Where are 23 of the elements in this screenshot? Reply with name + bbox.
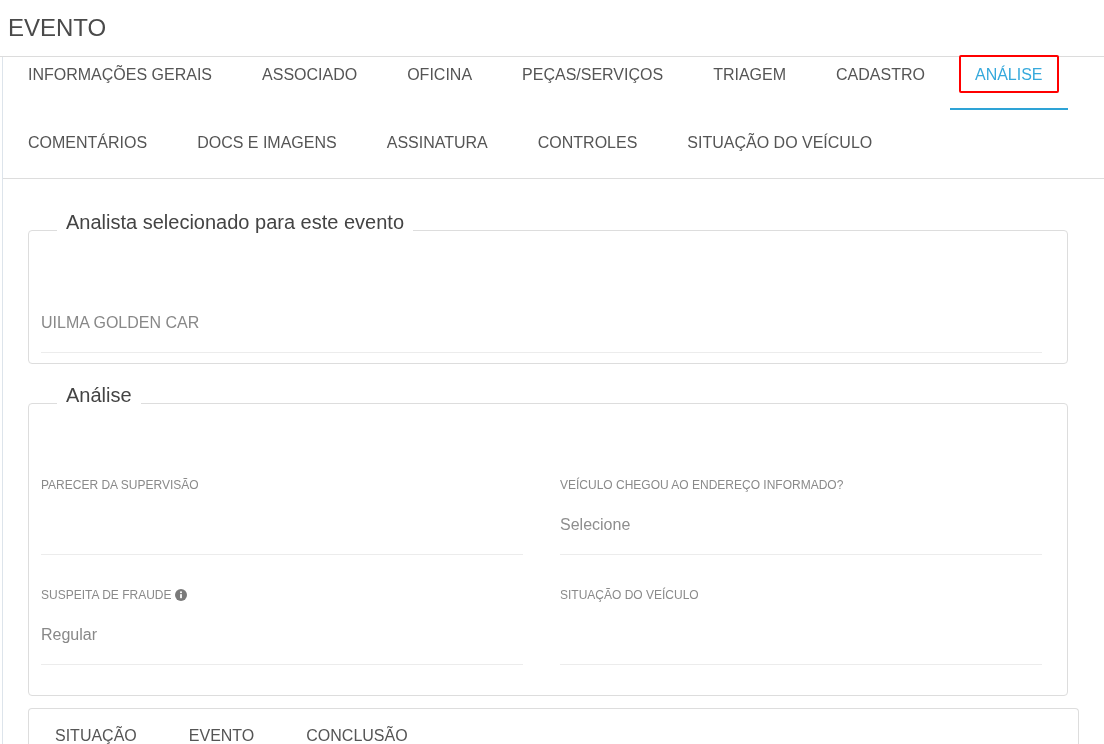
- page-title: EVENTO: [8, 14, 107, 42]
- section-title: Análise: [66, 384, 132, 406]
- tab[interactable]: CONCLUSÃO: [280, 727, 434, 744]
- tab[interactable]: CONTROLES: [512, 110, 663, 178]
- input-field[interactable]: Regular: [41, 625, 523, 665]
- tab[interactable]: OFICINA: [382, 42, 498, 110]
- field-label: SUSPEITA DE FRAUDE: [41, 587, 172, 603]
- tab[interactable]: SITUAÇÃO: [29, 727, 163, 744]
- section-title: Analista selecionado para este evento: [66, 211, 404, 233]
- tab[interactable]: CADASTRO: [811, 42, 950, 110]
- tab[interactable]: DOCS E IMAGENS: [172, 110, 362, 178]
- tab[interactable]: EVENTO: [162, 727, 281, 744]
- tab[interactable]: SITUAÇÃO DO VEÍCULO: [662, 110, 898, 178]
- tab[interactable]: ASSINATURA: [361, 110, 513, 178]
- tab[interactable]: PEÇAS/SERVIÇOS: [497, 42, 689, 110]
- tab[interactable]: TRIAGEM: [688, 42, 812, 110]
- tab[interactable]: ASSOCIADO: [237, 42, 383, 110]
- input-field[interactable]: UILMA GOLDEN CAR: [41, 313, 1042, 353]
- tab[interactable]: COMENTÁRIOS: [3, 110, 173, 178]
- tab[interactable]: INFORMAÇÕES GERAIS: [3, 42, 238, 110]
- field-label: PARECER DA SUPERVISÃO: [41, 477, 199, 493]
- field-label: SITUAÇÃO DO VEÍCULO: [560, 587, 699, 603]
- field-label: VEÍCULO CHEGOU AO ENDEREÇO INFORMADO?: [560, 477, 844, 493]
